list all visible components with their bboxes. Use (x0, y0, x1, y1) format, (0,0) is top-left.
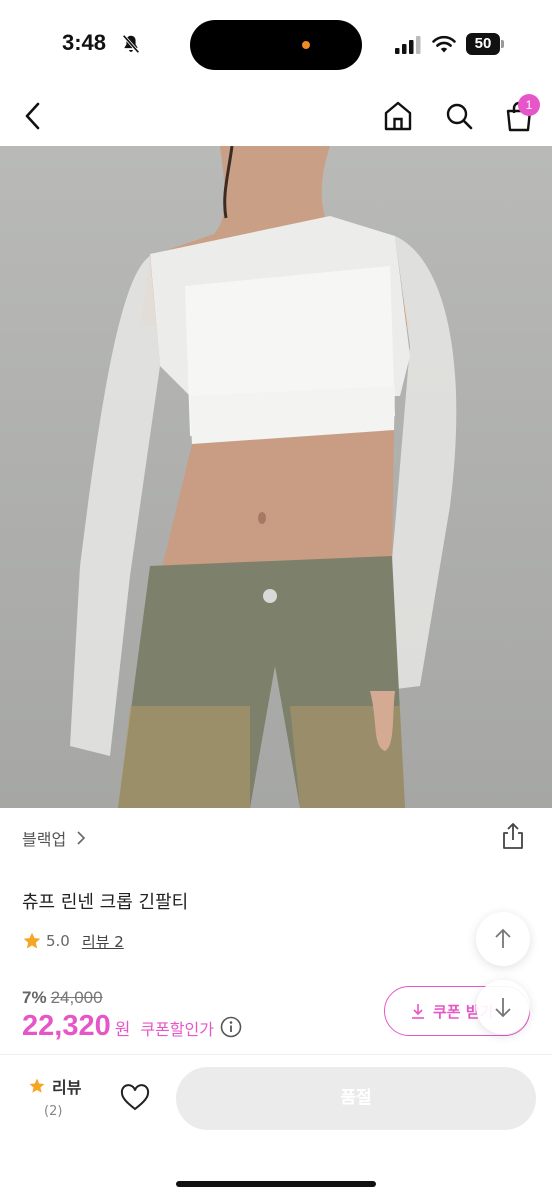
home-icon[interactable] (382, 98, 414, 134)
battery-level: 50 (466, 33, 500, 55)
coupon-price-label: 쿠폰할인가 (140, 1020, 214, 1039)
battery-icon: 50 (466, 33, 504, 55)
price-unit: 원 (114, 1020, 131, 1040)
rating-value: 5.0 (46, 932, 70, 950)
dynamic-island (190, 20, 362, 70)
brand-link[interactable]: 블랙업 (22, 824, 86, 852)
product-image[interactable] (0, 146, 552, 808)
sale-price-row: 22,320 원 쿠폰할인가 (22, 1010, 242, 1043)
recording-indicator (302, 41, 310, 49)
sale-price: 22,320 (22, 1010, 111, 1042)
bottom-review-count: (2) (44, 1104, 63, 1119)
cart-badge: 1 (518, 94, 540, 116)
wifi-icon (432, 35, 456, 53)
rating-row: 5.0 리뷰 2 (22, 930, 124, 952)
divider (0, 1054, 552, 1055)
status-bar: 3:48 50 (0, 0, 552, 90)
product-title: 츄프 린넨 크롭 긴팔티 (22, 892, 189, 913)
signal-icon (395, 36, 421, 54)
scroll-top-button[interactable] (476, 912, 530, 966)
original-price-row: 7% 24,000 (22, 988, 103, 1008)
status-time: 3:48 (62, 30, 107, 55)
download-icon (412, 1004, 424, 1019)
heart-icon[interactable] (120, 1084, 150, 1112)
star-icon (29, 1078, 45, 1093)
info-icon[interactable] (220, 1016, 242, 1038)
home-indicator (176, 1181, 376, 1187)
arrow-up-icon (495, 928, 511, 948)
soldout-button[interactable]: 품절 (176, 1067, 536, 1130)
chevron-right-icon (77, 831, 86, 845)
bell-off-icon (122, 34, 140, 54)
share-icon[interactable] (500, 822, 526, 850)
arrow-down-icon (495, 998, 511, 1018)
discount-rate: 7% (22, 988, 47, 1007)
search-icon[interactable] (443, 98, 475, 134)
original-price: 24,000 (50, 988, 103, 1007)
product-photo-illustration (70, 146, 457, 808)
review-link[interactable]: 리뷰 2 (82, 931, 124, 952)
bottom-review-button[interactable]: 리뷰 (2) (28, 1074, 98, 1124)
bottom-review-label: 리뷰 (52, 1078, 82, 1097)
scroll-bottom-button[interactable] (476, 980, 530, 1034)
back-icon[interactable] (18, 96, 48, 136)
brand-name: 블랙업 (22, 830, 67, 849)
star-icon (23, 932, 41, 949)
battery-cap (501, 40, 504, 48)
nav-bar (0, 88, 552, 146)
